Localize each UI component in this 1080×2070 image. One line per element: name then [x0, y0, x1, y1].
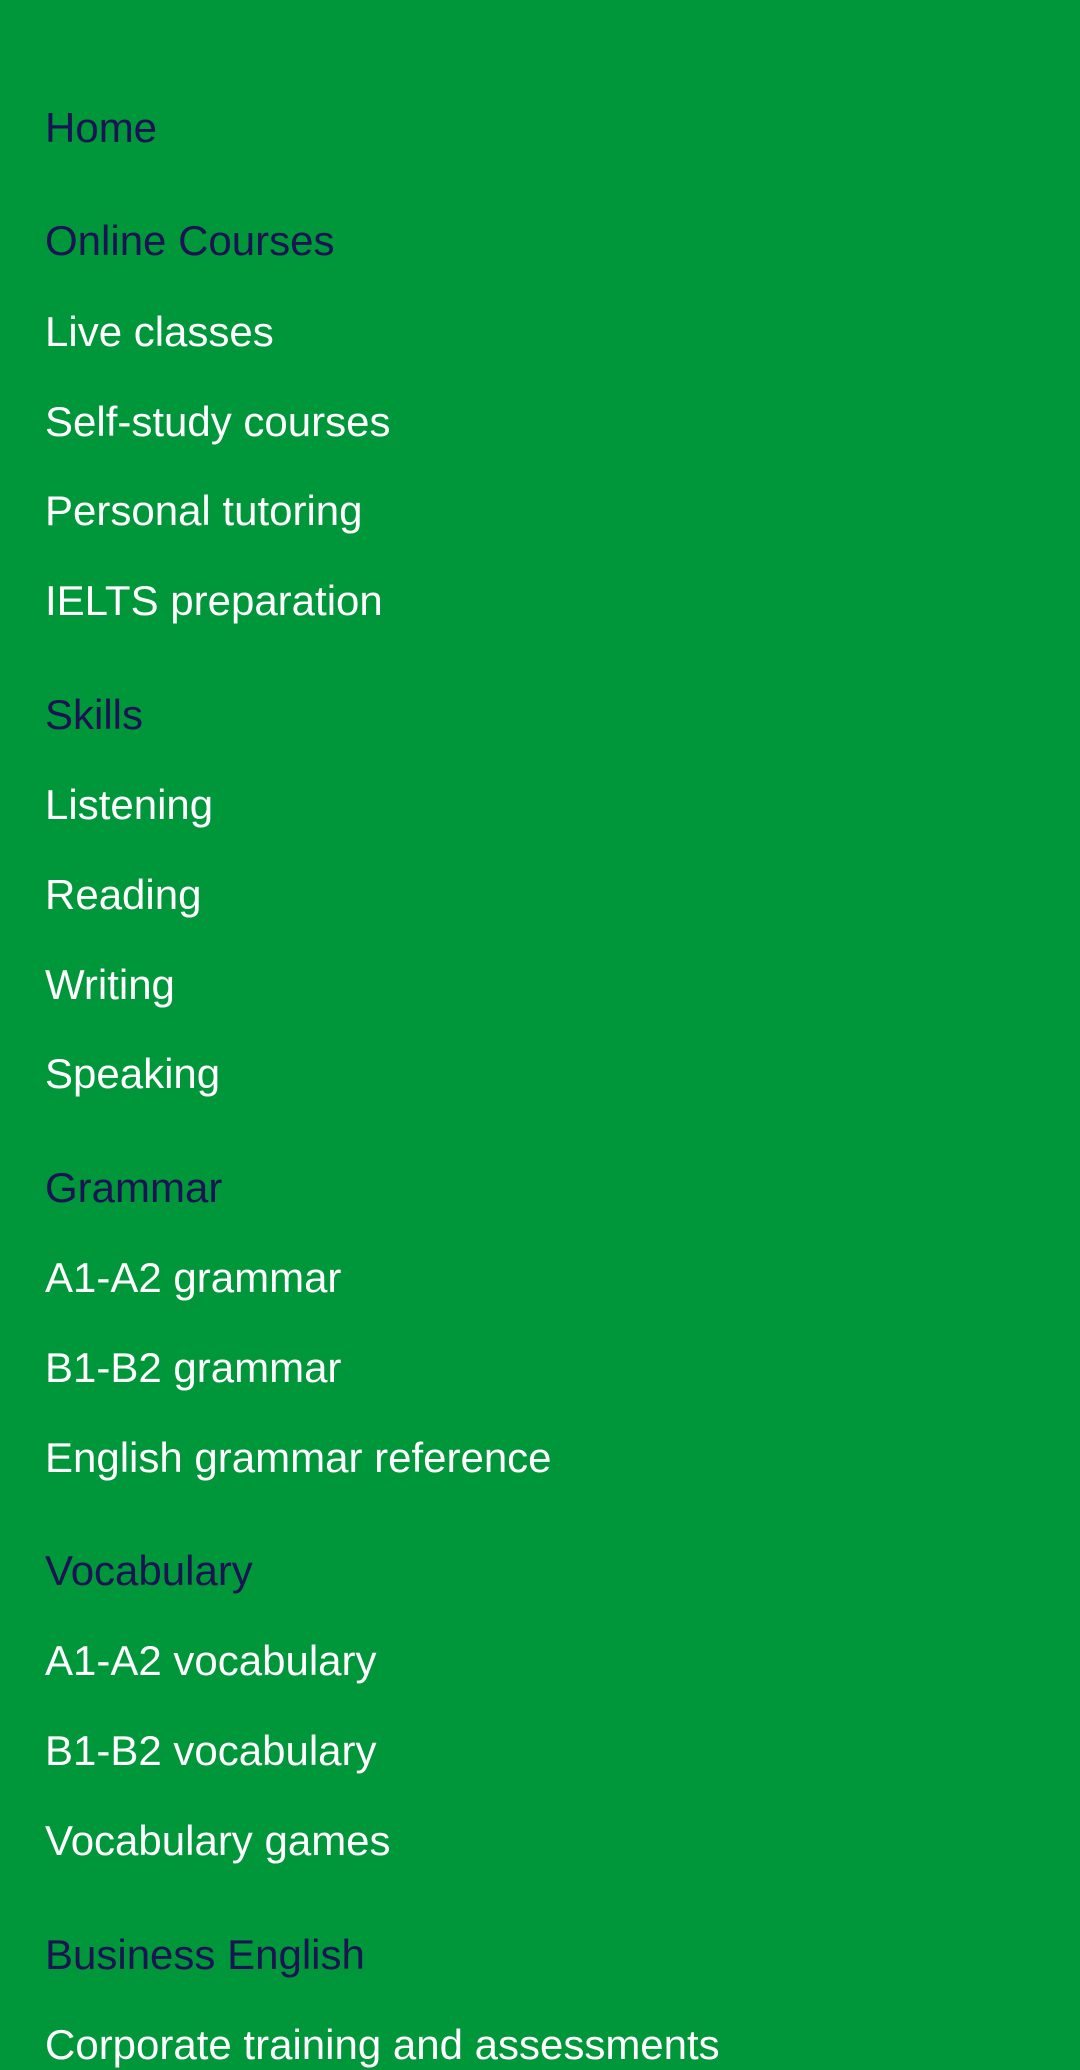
menu-item-self-study-courses[interactable]: Self-study courses [45, 397, 390, 447]
menu-item-personal-tutoring[interactable]: Personal tutoring [45, 486, 363, 536]
menu-heading-online-courses[interactable]: Online Courses [45, 216, 334, 266]
menu-heading-vocabulary[interactable]: Vocabulary [45, 1546, 253, 1596]
menu-heading-grammar[interactable]: Grammar [45, 1163, 222, 1213]
menu-item-corporate-training-and-assessments[interactable]: Corporate training and assessments [45, 2020, 720, 2070]
navigation-menu: Home Online Courses Live classes Self-st… [0, 0, 1080, 2070]
menu-item-english-grammar-reference[interactable]: English grammar reference [45, 1433, 552, 1483]
menu-item-vocabulary-games[interactable]: Vocabulary games [45, 1816, 391, 1866]
menu-item-ielts-preparation[interactable]: IELTS preparation [45, 576, 383, 626]
menu-heading-business-english[interactable]: Business English [45, 1930, 365, 1980]
menu-item-a1-a2-vocabulary[interactable]: A1-A2 vocabulary [45, 1636, 377, 1686]
menu-item-listening[interactable]: Listening [45, 780, 213, 830]
menu-heading-skills[interactable]: Skills [45, 690, 143, 740]
menu-item-reading[interactable]: Reading [45, 870, 201, 920]
menu-item-b1-b2-vocabulary[interactable]: B1-B2 vocabulary [45, 1726, 377, 1776]
menu-link-home[interactable]: Home [45, 103, 157, 153]
menu-item-a1-a2-grammar[interactable]: A1-A2 grammar [45, 1253, 341, 1303]
menu-item-speaking[interactable]: Speaking [45, 1049, 220, 1099]
menu-item-b1-b2-grammar[interactable]: B1-B2 grammar [45, 1343, 341, 1393]
menu-item-live-classes[interactable]: Live classes [45, 307, 274, 357]
menu-item-writing[interactable]: Writing [45, 960, 175, 1010]
